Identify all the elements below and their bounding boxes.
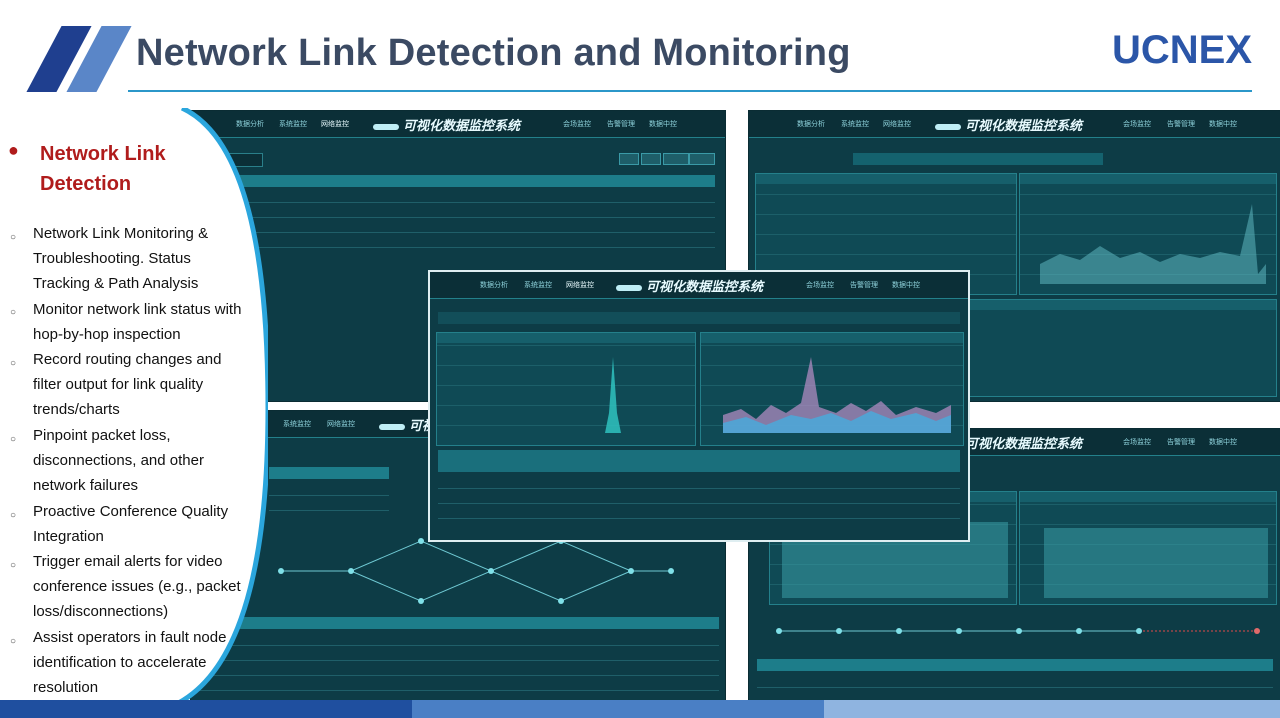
sub-bullet-icon: ○ <box>10 510 17 521</box>
nav-item: 数据分析 <box>797 120 825 128</box>
table-row <box>221 233 715 248</box>
table-row <box>197 661 719 676</box>
latency-chart <box>700 332 964 446</box>
toolbar-button <box>663 153 689 165</box>
table-row <box>757 673 1273 688</box>
dashboard-nav-bar: 数据分析 系统监控 网络监控 可视化数据监控系统 会场监控 告警管理 数据中控 <box>191 111 725 138</box>
table-row <box>221 218 715 233</box>
table-header <box>197 617 719 629</box>
table-row <box>221 203 715 218</box>
table-header <box>269 467 389 479</box>
sub-bullet-icon: ○ <box>10 307 17 318</box>
sub-bullet-icon: ○ <box>10 434 17 445</box>
dashboard-nav-bar: 数据分析 系统监控 网络监控 可视化数据监控系统 会场监控 告警管理 数据中控 <box>749 111 1280 138</box>
nav-item: 数据中控 <box>1209 438 1237 446</box>
section-heading: Network Link Detection <box>40 143 166 195</box>
table-row <box>197 676 719 691</box>
screenshot-link-detail: 数据分析 系统监控 网络监控 可视化数据监控系统 会场监控 告警管理 数据中控 <box>428 270 970 542</box>
nav-item: 数据分析 <box>480 281 508 289</box>
chart-panel <box>1019 491 1277 605</box>
packet-loss-chart <box>436 332 696 446</box>
nav-item: 系统监控 <box>841 120 869 128</box>
nav-item: 告警管理 <box>1167 438 1195 446</box>
nav-item: 告警管理 <box>607 120 635 128</box>
system-title: 可视化数据监控系统 <box>373 115 520 134</box>
chart-panel <box>1019 173 1277 295</box>
nav-item: 告警管理 <box>850 281 878 289</box>
list-item: Record routing changes and filter output… <box>33 351 222 418</box>
table-row <box>197 646 719 661</box>
table-row <box>269 481 389 496</box>
nav-item: 告警管理 <box>1167 120 1195 128</box>
bullet-icon: ● <box>8 140 19 160</box>
page-title: Network Link Detection and Monitoring <box>136 32 851 74</box>
nav-item: 会场监控 <box>1123 120 1151 128</box>
sub-bullet-icon: ○ <box>10 232 17 243</box>
nav-item: 会场监控 <box>806 281 834 289</box>
sub-bullet-icon: ○ <box>10 636 17 647</box>
nav-item: 会场监控 <box>563 120 591 128</box>
list-item: Assist operators in fault node identific… <box>33 629 227 696</box>
toolbar-button <box>689 153 715 165</box>
table-row <box>438 474 960 489</box>
list-item: Network Link Monitoring & Troubleshootin… <box>33 225 209 292</box>
table-row <box>221 188 715 203</box>
table-header <box>221 175 715 187</box>
toolbar-button <box>641 153 661 165</box>
brand-logo: UCNEX <box>1112 28 1253 72</box>
table-row <box>269 496 389 511</box>
table-row <box>438 504 960 519</box>
sub-bullet-icon: ○ <box>10 358 17 369</box>
dashboard-nav-bar: 数据分析 系统监控 网络监控 可视化数据监控系统 会场监控 告警管理 数据中控 <box>430 272 968 299</box>
nav-item: 数据中控 <box>1209 120 1237 128</box>
stats-table-header <box>438 450 960 472</box>
nav-item-active: 网络监控 <box>321 120 349 128</box>
list-item: Pinpoint packet loss, disconnections, an… <box>33 427 204 494</box>
list-item: Trigger email alerts for video conferenc… <box>33 553 241 620</box>
nav-item: 系统监控 <box>283 420 311 428</box>
nav-item: 网络监控 <box>883 120 911 128</box>
latency-area-chart <box>1040 204 1266 284</box>
table-row <box>197 631 719 646</box>
hop-topology-diagram <box>278 538 674 604</box>
time-filter-bar <box>853 153 1103 165</box>
nav-item: 会场监控 <box>1123 438 1151 446</box>
footer-bar <box>0 700 1280 718</box>
nav-item: 系统监控 <box>524 281 552 289</box>
toolbar-button <box>619 153 639 165</box>
table-row <box>438 489 960 504</box>
list-item: Monitor network link status with hop-by-… <box>33 301 242 343</box>
header-divider <box>128 90 1252 92</box>
table-header <box>757 659 1273 671</box>
nav-item: 网络监控 <box>327 420 355 428</box>
nav-item: 数据中控 <box>649 120 677 128</box>
sub-bullet-icon: ○ <box>10 560 17 571</box>
system-title: 可视化数据监控系统 <box>935 115 1082 134</box>
list-item: Proactive Conference Quality Integration <box>33 503 229 545</box>
nav-item-active: 网络监控 <box>566 281 594 289</box>
filter-bar <box>438 312 960 324</box>
hop-path-line <box>776 628 1260 634</box>
nav-item: 系统监控 <box>279 120 307 128</box>
system-title: 可视化数据监控系统 <box>616 276 763 295</box>
nav-item: 数据中控 <box>892 281 920 289</box>
